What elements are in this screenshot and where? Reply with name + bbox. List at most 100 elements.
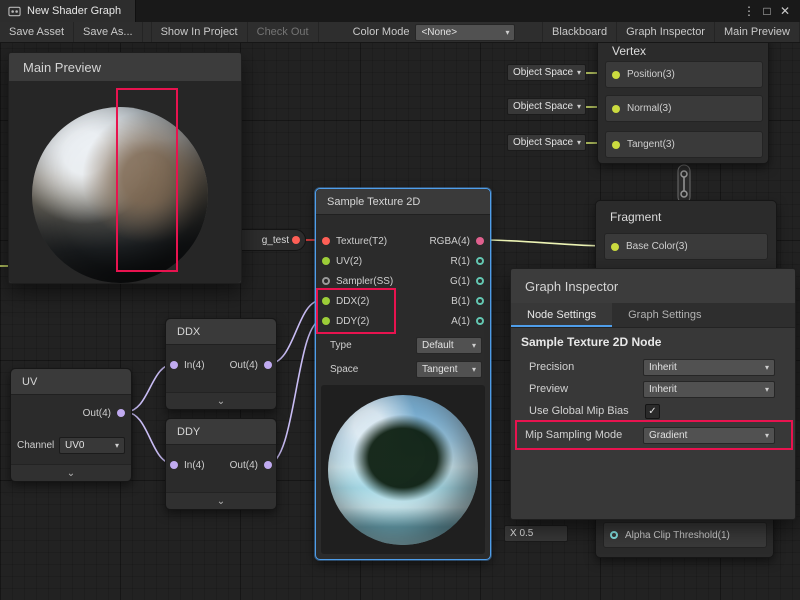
precision-dropdown[interactable]: Inherit ▾ [643, 359, 775, 376]
color-mode-value: <None> [421, 27, 457, 38]
sample-texture-2d-node[interactable]: Sample Texture 2D Texture(T2) RGBA(4) UV… [315, 188, 491, 560]
vertex-block-node[interactable]: Vertex Position(3) Normal(3) Tangent(3) [597, 36, 769, 164]
menu-icon[interactable]: ⋮ [740, 4, 758, 18]
uv-node[interactable]: UV Out(4) Channel UV0 ▾ ⌄ [10, 368, 132, 482]
preview-row: Preview Inherit ▾ [511, 379, 795, 399]
main-preview-header[interactable]: Main Preview [9, 53, 241, 82]
tab-node-settings[interactable]: Node Settings [511, 303, 612, 327]
ddy-input-port[interactable] [322, 317, 330, 325]
precision-row: Precision Inherit ▾ [511, 357, 795, 377]
mip-mode-dropdown[interactable]: Gradient ▾ [643, 427, 775, 444]
show-in-project-button[interactable]: Show In Project [151, 22, 248, 42]
graph-inspector-title: Graph Inspector [525, 279, 618, 294]
a-output-port[interactable] [476, 317, 484, 325]
texture-property-port[interactable] [292, 236, 300, 244]
sample-row-1: Texture(T2) RGBA(4) [322, 231, 484, 251]
document-tab[interactable]: New Shader Graph [0, 0, 136, 22]
graph-inspector-toggle-button[interactable]: Graph Inspector [617, 22, 715, 42]
position-port[interactable] [612, 71, 620, 79]
ddx-in-port[interactable] [170, 361, 178, 369]
ddy-ports-row: In(4) Out(4) [170, 455, 272, 475]
normal-space-dropdown[interactable]: Object Space ▾ [507, 98, 586, 115]
r-output-port[interactable] [476, 257, 484, 265]
chevron-down-icon: ▾ [577, 102, 581, 111]
maximize-icon[interactable]: □ [758, 4, 776, 18]
b-output-port[interactable] [476, 297, 484, 305]
sampler-input-label: Sampler(SS) [336, 276, 393, 287]
normal-port-label: Normal(3) [627, 103, 671, 114]
ddy-node-header[interactable]: DDY [166, 419, 276, 445]
uv-collapse-button[interactable]: ⌄ [11, 464, 131, 481]
save-asset-button[interactable]: Save Asset [0, 22, 74, 42]
type-setting-row: Type Default ▾ [316, 335, 490, 355]
uv-node-header[interactable]: UV [11, 369, 131, 395]
vertex-tangent-row[interactable]: Tangent(3) [605, 131, 763, 158]
blackboard-toggle-button[interactable]: Blackboard [542, 22, 617, 42]
main-preview-panel[interactable]: Main Preview [8, 52, 242, 284]
mip-mode-row: Mip Sampling Mode Gradient ▾ [511, 425, 795, 445]
alpha-clip-port[interactable] [610, 531, 618, 539]
uv-out-port[interactable] [117, 409, 125, 417]
position-space-dropdown[interactable]: Object Space ▾ [507, 64, 586, 81]
preview-label: Preview [529, 383, 568, 395]
uv-input-port[interactable] [322, 257, 330, 265]
texture-property-label: g_test [262, 235, 289, 246]
sample-node-header[interactable]: Sample Texture 2D [316, 189, 490, 215]
ddx-input-port[interactable] [322, 297, 330, 305]
g-output-label: G(1) [450, 276, 470, 287]
chevron-down-icon: ▾ [765, 385, 769, 394]
wire-rgba-to-basecolor[interactable] [481, 240, 610, 246]
uv-channel-dropdown[interactable]: UV0 ▾ [59, 437, 125, 454]
main-preview-body [9, 81, 241, 283]
tangent-port[interactable] [612, 141, 620, 149]
ddy-collapse-button[interactable]: ⌄ [166, 492, 276, 509]
color-mode-label: Color Mode [347, 22, 416, 42]
ddy-node-title: DDY [177, 426, 200, 438]
sampler-input-port[interactable] [322, 277, 330, 285]
ddx-out-port[interactable] [264, 361, 272, 369]
ddx-node-header[interactable]: DDX [166, 319, 276, 345]
ddx-node[interactable]: DDX In(4) Out(4) ⌄ [165, 318, 277, 410]
preview-dropdown[interactable]: Inherit ▾ [643, 381, 775, 398]
normal-space-value: Object Space [513, 101, 573, 112]
ddx-collapse-button[interactable]: ⌄ [166, 392, 276, 409]
tab-graph-settings[interactable]: Graph Settings [612, 303, 717, 327]
ddy-node[interactable]: DDY In(4) Out(4) ⌄ [165, 418, 277, 510]
tangent-space-dropdown[interactable]: Object Space ▾ [507, 134, 586, 151]
ddy-in-port[interactable] [170, 461, 178, 469]
main-preview-toggle-button[interactable]: Main Preview [715, 22, 800, 42]
color-mode-dropdown[interactable]: <None> ▾ [415, 24, 515, 41]
alpha-threshold-field[interactable]: X 0.5 [504, 525, 568, 542]
vertex-position-row[interactable]: Position(3) [605, 61, 763, 88]
space-dropdown[interactable]: Tangent ▾ [416, 361, 482, 378]
alpha-clip-row[interactable]: Alpha Clip Threshold(1) [603, 522, 767, 548]
type-dropdown[interactable]: Default ▾ [416, 337, 482, 354]
ddy-out-port[interactable] [264, 461, 272, 469]
alpha-threshold-value: X 0.5 [510, 528, 533, 539]
mip-bias-label: Use Global Mip Bias [529, 405, 629, 417]
vertex-normal-row[interactable]: Normal(3) [605, 95, 763, 122]
close-icon[interactable]: ✕ [776, 4, 794, 18]
uv-channel-label: Channel [17, 440, 54, 451]
texture-input-port[interactable] [322, 237, 330, 245]
g-output-port[interactable] [476, 277, 484, 285]
ddx-ports-row: In(4) Out(4) [170, 355, 272, 375]
chevron-down-icon: ⌄ [67, 468, 75, 479]
type-value: Default [422, 340, 454, 351]
chevron-down-icon: ⌄ [217, 496, 225, 507]
base-color-port[interactable] [611, 243, 619, 251]
graph-inspector-header[interactable]: Graph Inspector [511, 269, 795, 304]
position-port-label: Position(3) [627, 69, 675, 80]
save-as-button[interactable]: Save As... [74, 22, 143, 42]
mip-bias-checkbox[interactable]: ✓ [645, 404, 660, 419]
chevron-down-icon: ▾ [765, 363, 769, 372]
graph-inspector-panel[interactable]: Graph Inspector Node Settings Graph Sett… [510, 268, 796, 520]
sample-row-2: UV(2) R(1) [322, 251, 484, 271]
base-color-row[interactable]: Base Color(3) [604, 233, 768, 260]
rgba-output-port[interactable] [476, 237, 484, 245]
type-label: Type [330, 340, 352, 351]
shader-graph-icon [8, 5, 21, 18]
graph-canvas[interactable]: g_test Vertex Position(3) Normal(3) Tang… [0, 0, 800, 600]
normal-port[interactable] [612, 105, 620, 113]
inspector-tabs: Node Settings Graph Settings [511, 303, 795, 328]
